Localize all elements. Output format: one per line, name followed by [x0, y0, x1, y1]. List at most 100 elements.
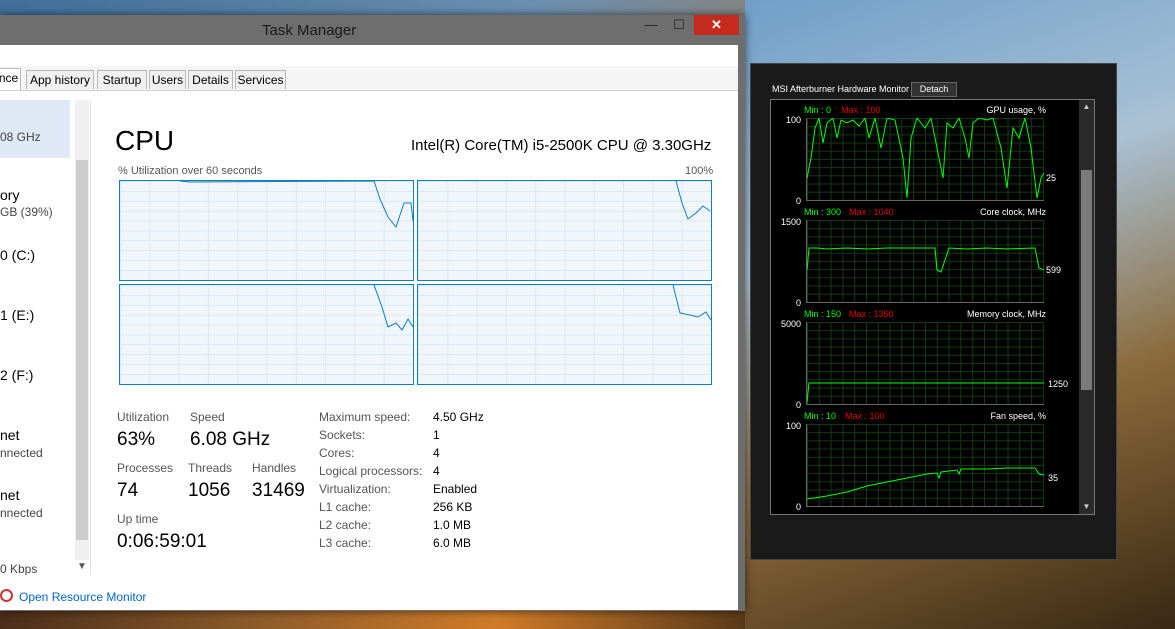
detail-key: Virtualization: — [319, 482, 391, 496]
sidebar-scrollbar[interactable] — [75, 100, 89, 560]
gpu-usage-graph — [806, 118, 1044, 201]
tab-performance[interactable]: nce — [0, 68, 21, 90]
sidebar-item-ethernet-2[interactable]: net nnected — [0, 480, 70, 530]
open-resource-monitor-link[interactable]: Open Resource Monitor — [19, 590, 146, 604]
sidebar-item-disk-e[interactable]: 1 (E:) — [0, 300, 70, 340]
cpu-core-graph — [417, 284, 712, 385]
sidebar-item-network[interactable]: 0 Kbps — [0, 555, 70, 575]
afterburner-title: MSI Afterburner Hardware Monitor — [772, 84, 910, 94]
resource-monitor-icon — [0, 589, 13, 602]
speed-label: Speed — [190, 410, 225, 424]
graph-current: 599 — [1046, 265, 1062, 275]
scroll-thumb[interactable] — [76, 160, 88, 540]
sidebar-item-label: ory — [0, 187, 20, 203]
graph-name: Memory clock, MHz — [966, 309, 1046, 319]
detail-value: 1.0 MB — [433, 518, 472, 532]
sidebar-item-label: net — [0, 487, 20, 503]
detail-value: Enabled — [433, 482, 478, 496]
scroll-down-icon[interactable]: ▼ — [75, 560, 89, 574]
handles-value: 31469 — [252, 480, 305, 501]
detail-value: 4 — [433, 446, 440, 460]
sidebar-item-label: 0 (C:) — [0, 247, 35, 263]
graph-name: Core clock, MHz — [979, 207, 1046, 217]
detail-key: Maximum speed: — [319, 410, 411, 424]
memory-clock-graph — [806, 322, 1044, 405]
afterburner-window: MSI Afterburner Hardware Monitor Detach … — [750, 63, 1117, 560]
utilization-label: Utilization — [117, 410, 170, 424]
sidebar-item-disk-c[interactable]: 0 (C:) — [0, 240, 70, 280]
page-title: CPU — [115, 125, 175, 156]
close-button[interactable]: ✕ — [694, 15, 739, 35]
graph-axis-bottom: 0 — [795, 196, 801, 206]
detail-key: Cores: — [319, 446, 355, 460]
graph-axis-bottom: 0 — [795, 298, 801, 308]
processes-value: 74 — [117, 480, 139, 501]
graph-max-label: Max : 100 — [845, 411, 885, 421]
title-bar[interactable]: Task Manager — ☐ ✕ — [0, 15, 745, 45]
tab-app-history[interactable]: App history — [26, 70, 94, 89]
core-clock-graph — [806, 220, 1044, 303]
detail-value: 4.50 GHz — [433, 410, 484, 424]
sidebar-item-sub: 0 Kbps — [0, 562, 38, 575]
graph-current: 35 — [1048, 473, 1059, 483]
graph-axis-top: 100 — [785, 115, 801, 125]
desktop-wallpaper-bottom — [0, 608, 745, 629]
graph-min-label: Min : 150 — [804, 309, 842, 319]
graph-name: Fan speed, % — [990, 411, 1046, 421]
graph-current: 25 — [1046, 173, 1057, 183]
utilization-value: 63% — [117, 429, 156, 450]
tab-services[interactable]: Services — [235, 70, 286, 89]
tab-startup[interactable]: Startup — [97, 70, 147, 89]
detail-value: 1 — [433, 428, 440, 442]
sidebar-item-sub: GB (39%) — [0, 205, 53, 219]
sidebar-item-sub: nnected — [0, 506, 43, 520]
cpu-core-graph — [119, 180, 414, 281]
sidebar-item-ethernet-1[interactable]: net nnected — [0, 420, 70, 470]
graph-min-label: Min : 0 — [804, 105, 832, 115]
graph-max-label: Max : 1040 — [849, 207, 894, 217]
graph-current: 1250 — [1048, 379, 1069, 389]
detail-value: 4 — [433, 464, 440, 478]
scroll-thumb[interactable] — [1081, 170, 1092, 390]
tab-users[interactable]: Users — [149, 70, 186, 89]
speed-value: 6.08 GHz — [190, 429, 271, 450]
processes-label: Processes — [117, 461, 174, 475]
sidebar-item-label: 1 (E:) — [0, 307, 35, 323]
threads-label: Threads — [188, 461, 233, 475]
sidebar-item-sub: nnected — [0, 446, 43, 460]
resource-sidebar: 08 GHz ory GB (39%) 0 (C:) 1 (E:) 2 (F:)… — [0, 100, 91, 575]
detach-button[interactable]: Detach — [911, 82, 957, 97]
scroll-up-icon[interactable]: ▲ — [1081, 102, 1092, 112]
maximize-button[interactable]: ☐ — [666, 15, 692, 35]
tab-strip: nce App history Startup Users Details Se… — [0, 66, 738, 91]
tab-details[interactable]: Details — [188, 70, 233, 89]
detail-key: Logical processors: — [319, 464, 423, 478]
graph-name: GPU usage, % — [986, 105, 1046, 115]
detail-value: 6.0 MB — [433, 536, 472, 550]
detail-key: Sockets: — [319, 428, 366, 442]
sidebar-item-label: net — [0, 427, 20, 443]
cpu-core-graph — [417, 180, 712, 281]
scroll-down-icon[interactable]: ▼ — [1081, 502, 1092, 512]
uptime-label: Up time — [117, 512, 159, 526]
detail-value: 256 KB — [433, 500, 473, 514]
detail-key: L1 cache: — [319, 500, 372, 514]
graph-axis-bottom: 0 — [795, 400, 801, 410]
graph-axis-top: 1500 — [780, 217, 801, 227]
threads-value: 1056 — [188, 480, 231, 501]
monitor-scrollbar[interactable]: ▲ ▼ — [1079, 100, 1094, 514]
monitor-panel: Min : 0 Max : 100 GPU usage, % 100 0 25 … — [770, 99, 1095, 515]
sidebar-item-memory[interactable]: ory GB (39%) — [0, 172, 70, 222]
task-manager-window: Task Manager — ☐ ✕ nce App history Start… — [0, 15, 745, 611]
sidebar-item-label: 2 (F:) — [0, 367, 34, 383]
graph-max-label: Max : 1350 — [849, 309, 894, 319]
sidebar-item-cpu[interactable]: 08 GHz — [0, 100, 70, 158]
fan-speed-graph — [806, 424, 1044, 507]
cpu-core-graph — [119, 284, 414, 385]
uptime-value: 0:06:59:01 — [117, 531, 207, 552]
graph-axis-top: 100 — [785, 421, 801, 431]
sidebar-item-disk-f[interactable]: 2 (F:) — [0, 360, 70, 400]
graph-axis-bottom: 0 — [795, 502, 801, 512]
minimize-button[interactable]: — — [638, 15, 664, 35]
graph-min-label: Min : 300 — [804, 207, 842, 217]
